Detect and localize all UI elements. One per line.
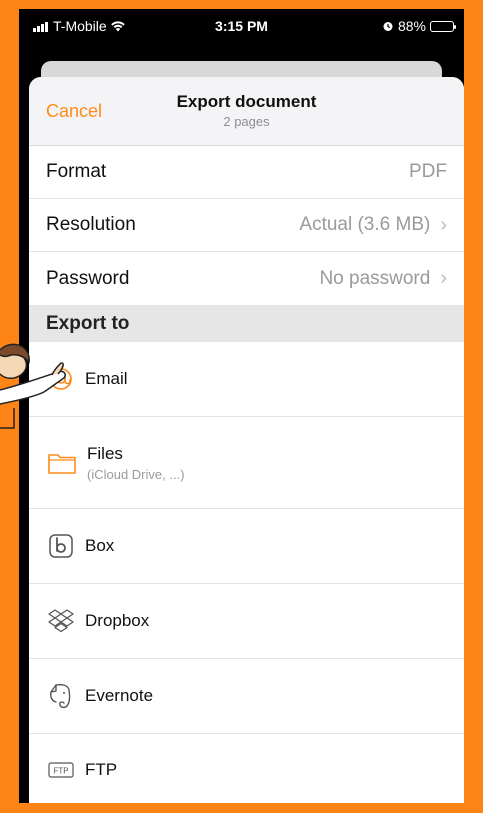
chevron-right-icon: › [440,213,447,236]
folder-icon [46,448,78,478]
password-label: Password [46,267,130,289]
pointing-hand-illustration [0,343,66,429]
export-evernote-row[interactable]: Evernote [29,659,464,734]
battery-percent: 88% [397,18,426,34]
format-value: PDF [409,161,447,182]
export-box-row[interactable]: Box [29,509,464,584]
status-right: 88% [382,18,456,34]
box-icon [46,531,76,561]
resolution-value: Actual (3.6 MB) [299,214,431,235]
nav-title: Export document [176,92,317,111]
export-sheet: Cancel Export document 2 pages Format PD… [29,77,464,803]
password-value: No password [319,267,431,289]
evernote-label: Evernote [85,686,154,705]
alarm-icon [383,22,393,31]
export-dropbox-row[interactable]: Dropbox [29,584,464,659]
ftp-label: FTP [85,760,118,779]
phone-screen: T-Mobile 3:15 PM 88% Cancel Export docum… [19,9,464,803]
status-bar: T-Mobile 3:15 PM 88% [19,9,464,49]
ftp-icon: FTP [46,755,76,785]
export-files-row[interactable]: Files (iCloud Drive, ...) [29,417,464,509]
export-ftp-row[interactable]: FTP FTP [29,734,464,803]
svg-text:FTP: FTP [53,767,68,776]
nav-bar: Cancel Export document 2 pages [29,77,464,146]
export-email-row[interactable]: Email [29,342,464,417]
nav-subtitle: 2 pages [223,114,270,129]
resolution-row[interactable]: Resolution Actual (3.6 MB) › [29,199,464,252]
battery-icon [430,20,456,32]
password-row[interactable]: Password No password › [29,252,464,305]
resolution-label: Resolution [46,214,136,235]
files-label: Files [87,443,123,463]
evernote-icon [46,681,76,711]
files-sublabel: (iCloud Drive, ...) [87,466,185,482]
files-text: Files (iCloud Drive, ...) [87,444,185,482]
format-label: Format [46,161,107,182]
dropbox-icon [46,606,76,636]
box-label: Box [85,536,115,555]
export-to-header: Export to [29,305,464,342]
format-row[interactable]: Format PDF [29,146,464,199]
email-label: Email [85,369,128,388]
chevron-right-icon: › [440,267,447,289]
dropbox-label: Dropbox [85,611,150,630]
